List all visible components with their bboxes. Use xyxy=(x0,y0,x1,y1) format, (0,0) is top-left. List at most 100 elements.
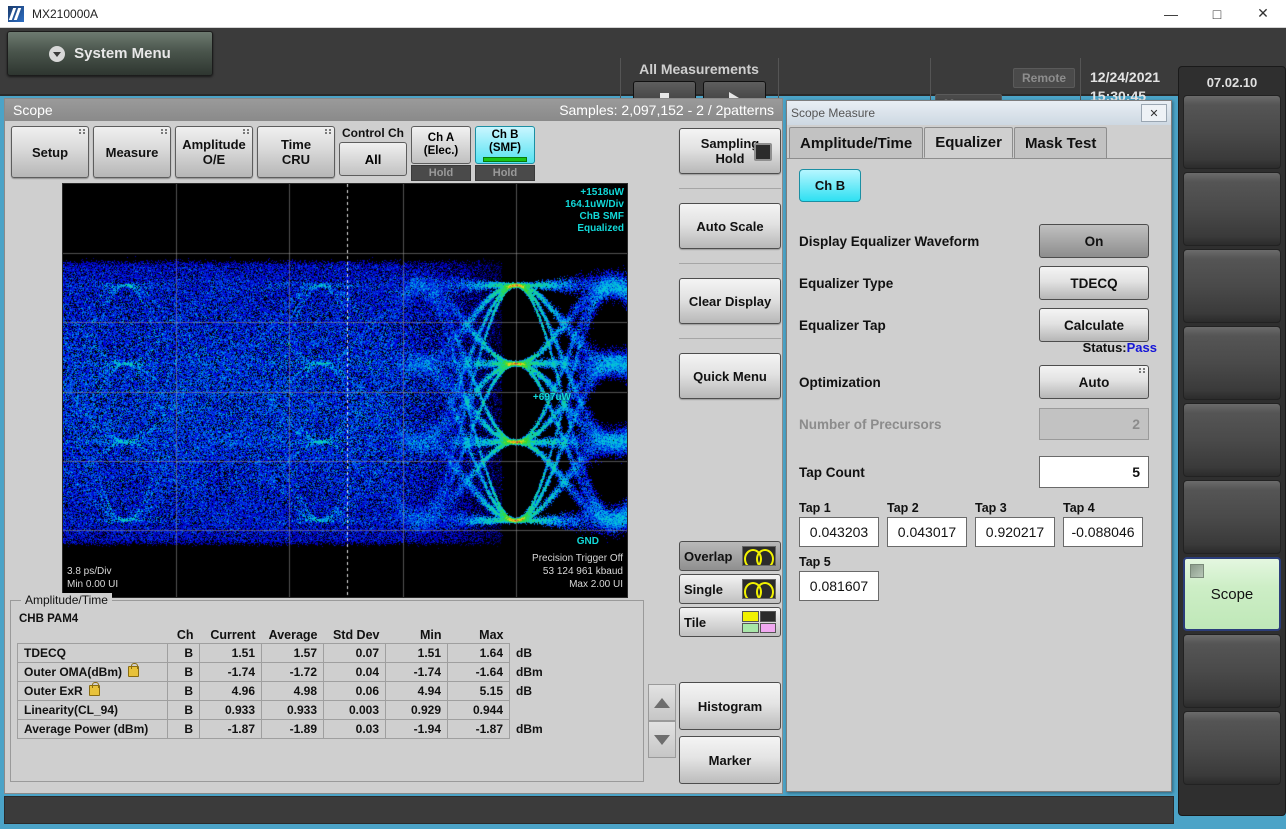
row-stddev: 0.06 xyxy=(324,682,386,701)
row-current: 4.96 xyxy=(200,682,262,701)
eye-diagram-plot[interactable]: +1518uW 164.1uW/Div ChB SMF Equalized +6… xyxy=(62,183,628,598)
rail-button-6[interactable] xyxy=(1183,480,1281,554)
measurement-results-table: Amplitude/Time CHB PAM4 Ch Current Avera… xyxy=(10,600,644,782)
measure-label: Measure xyxy=(106,145,159,160)
number-of-precursors-label: Number of Precursors xyxy=(799,417,1039,432)
scroll-up-button[interactable] xyxy=(648,684,676,721)
maximize-icon[interactable]: □ xyxy=(1194,0,1240,28)
marker-button[interactable]: Marker xyxy=(679,736,781,784)
time-label-2: CRU xyxy=(282,152,310,167)
time-cru-button[interactable]: Time CRU xyxy=(257,126,335,178)
minimize-icon[interactable]: — xyxy=(1148,0,1194,28)
tap-1-field[interactable]: 0.043203 xyxy=(799,517,879,547)
amplitude-oe-button[interactable]: Amplitude O/E xyxy=(175,126,253,178)
channel-b-hold-badge[interactable]: Hold xyxy=(475,165,535,181)
status-line: Status:Pass xyxy=(799,340,1159,355)
divider xyxy=(679,263,781,264)
tap-row-2: Tap 5 0.081607 xyxy=(799,555,1159,601)
row-average: -1.89 xyxy=(262,720,324,739)
channel-a-button[interactable]: Ch A (Elec.) xyxy=(411,126,471,164)
sampling-hold-button[interactable]: Sampling Hold xyxy=(679,128,781,174)
plot-min-ui: Min 0.00 UI xyxy=(67,578,118,591)
table-row[interactable]: TDECQB1.511.570.071.511.64dB xyxy=(18,644,550,663)
rail-button-4[interactable] xyxy=(1183,326,1281,400)
plot-mid-marker: +697uW xyxy=(533,392,571,404)
rail-button-5[interactable] xyxy=(1183,403,1281,477)
tab-equalizer[interactable]: Equalizer xyxy=(924,127,1013,158)
dialog-body: Ch B Display Equalizer Waveform On Equal… xyxy=(787,158,1171,793)
row-current: 0.933 xyxy=(200,701,262,720)
tap-count-field[interactable]: 5 xyxy=(1039,456,1149,488)
plot-baud-rate: 53 124 961 kbaud xyxy=(532,565,623,578)
table-row[interactable]: Linearity(CL_94)B0.9330.9330.0030.9290.9… xyxy=(18,701,550,720)
channel-b-label-2: (SMF) xyxy=(489,142,521,155)
setup-button[interactable]: Setup xyxy=(11,126,89,178)
tap-2-field[interactable]: 0.043017 xyxy=(887,517,967,547)
plot-scale-overlay: +1518uW 164.1uW/Div ChB SMF Equalized xyxy=(565,187,624,235)
channel-a-hold-badge[interactable]: Hold xyxy=(411,165,471,181)
analysis-buttons: Histogram Marker xyxy=(679,682,781,790)
tab-amplitude-time[interactable]: Amplitude/Time xyxy=(789,127,923,158)
anritsu-logo-icon xyxy=(8,6,24,22)
clear-display-button[interactable]: Clear Display xyxy=(679,278,781,324)
row-name: Outer ExR xyxy=(18,682,168,701)
rail-button-3[interactable] xyxy=(1183,249,1281,323)
rail-button-8[interactable] xyxy=(1183,634,1281,708)
eye-diagram-icon xyxy=(742,579,776,599)
tab-mask-test[interactable]: Mask Test xyxy=(1014,127,1107,158)
rail-button-1[interactable] xyxy=(1183,95,1281,169)
window-title: MX210000A xyxy=(32,7,98,21)
row-name: TDECQ xyxy=(18,644,168,663)
row-current: -1.87 xyxy=(200,720,262,739)
row-min: -1.74 xyxy=(386,663,448,682)
scope-side-buttons: Sampling Hold Auto Scale Clear Display Q… xyxy=(679,128,781,399)
table-row[interactable]: Average Power (dBm)B-1.87-1.890.03-1.94-… xyxy=(18,720,550,739)
rail-scope-button[interactable]: Scope xyxy=(1183,557,1281,631)
overlap-view-button[interactable]: Overlap xyxy=(679,541,781,571)
plot-trigger-overlay: Precision Trigger Off 53 124 961 kbaud M… xyxy=(532,552,623,591)
optimization-button[interactable]: Auto xyxy=(1039,365,1149,399)
plot-precision-trigger: Precision Trigger Off xyxy=(532,552,623,565)
close-icon[interactable]: ✕ xyxy=(1141,104,1167,122)
channel-b-button[interactable]: Ch B (SMF) xyxy=(475,126,535,164)
channel-a-label-2: (Elec.) xyxy=(424,145,459,158)
system-menu-button[interactable]: System Menu xyxy=(7,31,213,76)
resize-grip-icon xyxy=(161,129,167,134)
close-icon[interactable]: ✕ xyxy=(1240,0,1286,28)
equalizer-type-button[interactable]: TDECQ xyxy=(1039,266,1149,300)
row-unit xyxy=(510,701,550,720)
scroll-down-button[interactable] xyxy=(648,721,676,758)
control-ch-all-button[interactable]: All xyxy=(339,142,407,176)
tap-5-label: Tap 5 xyxy=(799,555,879,571)
single-view-button[interactable]: Single xyxy=(679,574,781,604)
table-row[interactable]: Outer ExRB4.964.980.064.945.15dB xyxy=(18,682,550,701)
dialog-channel-b-button[interactable]: Ch B xyxy=(799,169,861,202)
optimization-label: Optimization xyxy=(799,375,1039,390)
histogram-button[interactable]: Histogram xyxy=(679,682,781,730)
sampling-hold-label-1: Sampling xyxy=(701,136,760,151)
resize-grip-icon xyxy=(325,129,331,134)
tap-5-field[interactable]: 0.081607 xyxy=(799,571,879,601)
row-min: 1.51 xyxy=(386,644,448,663)
rail-button-9[interactable] xyxy=(1183,711,1281,785)
rail-button-2[interactable] xyxy=(1183,172,1281,246)
application-window: MX210000A — □ ✕ System Menu All Measurem… xyxy=(0,0,1286,829)
table-row[interactable]: Outer OMA(dBm)B-1.74-1.720.04-1.74-1.64d… xyxy=(18,663,550,682)
tile-view-button[interactable]: Tile xyxy=(679,607,781,637)
control-ch-label: Control Ch xyxy=(339,126,407,142)
row-name: Outer OMA(dBm) xyxy=(18,663,168,682)
scope-measure-dialog: Scope Measure ✕ Amplitude/Time Equalizer… xyxy=(786,100,1172,792)
auto-scale-button[interactable]: Auto Scale xyxy=(679,203,781,249)
th-max: Max xyxy=(448,627,510,644)
quick-menu-button[interactable]: Quick Menu xyxy=(679,353,781,399)
amplitude-label-2: O/E xyxy=(203,152,225,167)
row-current: -1.74 xyxy=(200,663,262,682)
row-max: 0.944 xyxy=(448,701,510,720)
measure-button[interactable]: Measure xyxy=(93,126,171,178)
scope-title: Scope xyxy=(13,102,53,118)
divider xyxy=(679,188,781,189)
tap-3-field[interactable]: 0.920217 xyxy=(975,517,1055,547)
display-equalizer-waveform-toggle[interactable]: On xyxy=(1039,224,1149,258)
tap-4-field[interactable]: -0.088046 xyxy=(1063,517,1143,547)
calculate-button[interactable]: Calculate xyxy=(1039,308,1149,342)
